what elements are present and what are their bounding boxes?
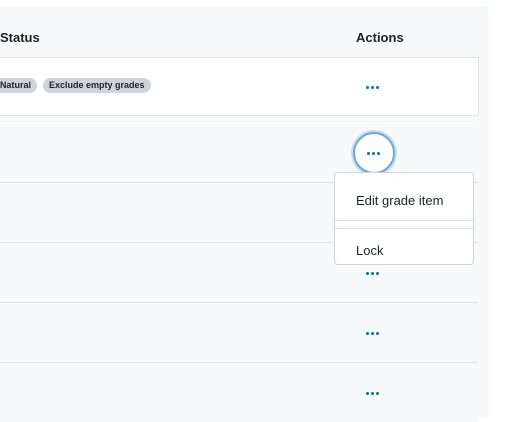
actions-dropdown-menu: Edit grade item Lock	[334, 172, 474, 265]
more-horizontal-icon[interactable]	[367, 150, 383, 156]
table-header: Status Actions	[0, 6, 489, 56]
menu-divider	[335, 228, 473, 229]
status-badge: Exclude empty grades	[43, 78, 151, 93]
menu-divider	[335, 220, 473, 221]
actions-menu-toggle[interactable]	[353, 132, 395, 174]
status-column-header: Status	[0, 30, 40, 45]
more-horizontal-icon[interactable]	[366, 84, 382, 90]
more-horizontal-icon[interactable]	[366, 330, 382, 336]
more-horizontal-icon[interactable]	[366, 270, 382, 276]
more-horizontal-icon[interactable]	[366, 390, 382, 396]
menu-item-lock[interactable]: Lock	[356, 243, 383, 258]
status-badge: Natural	[0, 78, 38, 93]
grade-items-table: Status Actions Natural Exclude empty gra…	[0, 6, 489, 422]
actions-column-header: Actions	[356, 30, 404, 45]
table-row	[0, 362, 478, 422]
table-row: Natural Exclude empty grades	[0, 57, 479, 116]
status-badges: Natural Exclude empty grades	[0, 78, 151, 93]
table-row	[0, 302, 478, 362]
menu-item-edit-grade-item[interactable]: Edit grade item	[356, 193, 443, 208]
